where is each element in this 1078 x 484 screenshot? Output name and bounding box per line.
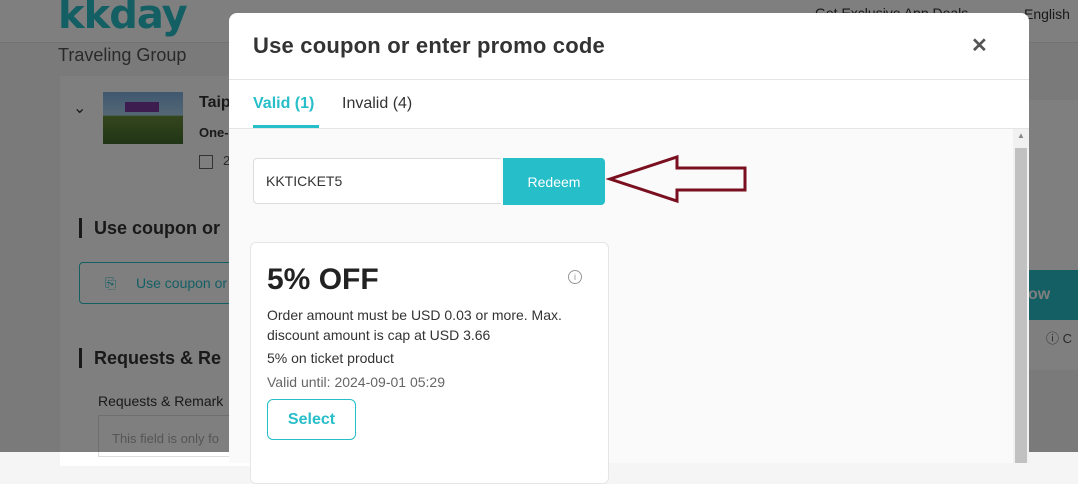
header-divider [229,79,1029,80]
coupon-description: Order amount must be USD 0.03 or more. M… [267,307,562,343]
annotation-arrow-icon [606,154,747,204]
coupon-modal: Use coupon or enter promo code ✕ Valid (… [229,13,1029,484]
select-coupon-button[interactable]: Select [267,399,356,440]
close-icon[interactable]: ✕ [971,33,988,58]
tab-invalid[interactable]: Invalid (4) [342,95,412,113]
coupon-valid-until: Valid until: 2024-09-01 05:29 [267,374,445,390]
scrollbar-thumb[interactable] [1015,148,1027,463]
promo-code-input[interactable] [253,158,501,204]
tab-valid[interactable]: Valid (1) [253,95,314,113]
coupon-title: 5% OFF [267,263,379,296]
info-icon[interactable]: i [568,270,582,284]
modal-title: Use coupon or enter promo code [253,33,605,58]
coupon-type: 5% on ticket product [267,350,394,366]
redeem-button[interactable]: Redeem [503,158,605,205]
scroll-up-arrow-icon[interactable]: ▲ [1017,131,1025,140]
coupon-card: 5% OFF i Order amount must be USD 0.03 o… [250,242,609,484]
